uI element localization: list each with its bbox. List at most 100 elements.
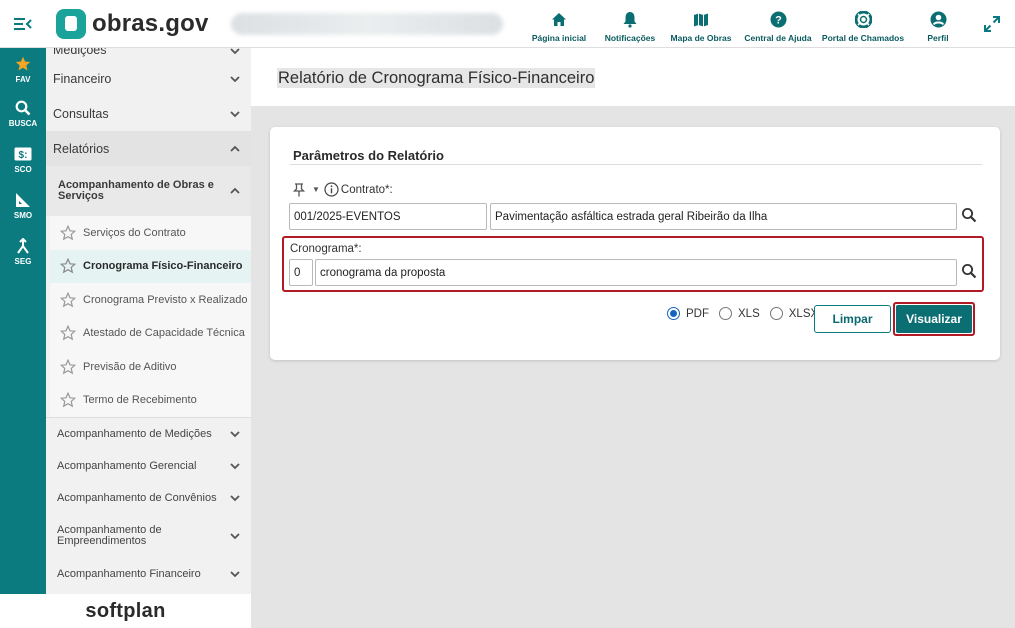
sidebar-item-consultas[interactable]: Consultas	[46, 96, 251, 131]
sidebar-leaf-active[interactable]: Cronograma Físico-Financeiro	[50, 249, 251, 283]
rail-item-sco[interactable]: $: SCO	[0, 136, 46, 182]
ruler-icon	[15, 191, 31, 209]
sidebar-item-relatorios[interactable]: Relatórios	[46, 131, 251, 166]
app-logo[interactable]: obras.gov	[56, 8, 209, 39]
contrato-description-input[interactable]: Pavimentação asfáltica estrada geral Rib…	[490, 203, 957, 230]
rail-item-busca[interactable]: BUSCA	[0, 90, 46, 136]
chevron-down-icon	[230, 48, 240, 55]
view-button-highlight: Visualizar	[893, 302, 975, 336]
chevron-down-icon	[230, 75, 240, 82]
sidebar-leaf[interactable]: Cronograma Previsto x Realizado	[50, 283, 251, 317]
sidebar-submenu: Serviços do Contrato Cronograma Físico-F…	[50, 216, 251, 417]
home-button[interactable]: Página inicial	[523, 0, 595, 48]
sidebar-leaf[interactable]: Previsão de Aditivo	[50, 350, 251, 384]
format-option-pdf[interactable]: PDF	[667, 307, 709, 320]
module-rail: FAV BUSCA $: SCO SMO SEG	[0, 48, 46, 594]
format-radio-group: PDF XLS XLSX	[667, 307, 828, 320]
pin-icon[interactable]	[292, 182, 306, 197]
notifications-label: Notificações	[604, 32, 656, 43]
sidebar-group-gerencial[interactable]: Acompanhamento Gerencial	[46, 450, 251, 482]
menu-collapse-icon[interactable]	[0, 0, 46, 48]
profile-button[interactable]: Perfil	[907, 0, 969, 48]
tickets-portal-button[interactable]: Portal de Chamados	[819, 0, 907, 48]
top-bar: obras.gov Página inicial Notificações Ma…	[0, 0, 1015, 48]
format-option-xlsx[interactable]: XLSX	[769, 307, 818, 320]
info-icon[interactable]	[324, 182, 339, 197]
sidebar-group-label: Acompanhamento de Medições	[57, 427, 212, 440]
star-outline-icon[interactable]	[60, 258, 76, 274]
lifebuoy-icon	[854, 10, 872, 30]
chevron-down-icon	[230, 431, 240, 438]
merge-icon	[15, 237, 31, 255]
chevron-up-icon	[230, 187, 240, 194]
chevron-down-icon	[230, 571, 240, 578]
star-outline-icon[interactable]	[60, 291, 76, 308]
rail-label-sco: SCO	[14, 164, 32, 174]
sidebar-leaf-label: Termo de Recebimento	[83, 394, 197, 407]
sidebar-item-acompanhamento-obras[interactable]: Acompanhamento de Obras e Serviços	[46, 166, 251, 216]
radio-label: PDF	[686, 307, 709, 320]
sidebar-group-label: Acompanhamento de Empreendimentos	[57, 524, 162, 547]
chevron-down-icon	[230, 495, 240, 502]
star-outline-icon[interactable]	[60, 392, 76, 408]
contrato-search-icon[interactable]	[961, 207, 977, 223]
chevron-down-icon	[230, 533, 240, 540]
top-actions: Página inicial Notificações Mapa de Obra…	[523, 0, 1015, 48]
star-outline-icon[interactable]	[60, 224, 76, 241]
sidebar-item-medicoes[interactable]: Medições	[46, 48, 251, 57]
softplan-logo: softplan	[0, 594, 251, 628]
star-outline-icon[interactable]	[60, 325, 76, 341]
sidebar-group-convenios[interactable]: Acompanhamento de Convênios	[46, 482, 251, 514]
rail-label-busca: BUSCA	[8, 118, 38, 128]
sidebar-group-empreendimentos[interactable]: Acompanhamento de Empreendimentos	[46, 514, 251, 558]
view-button[interactable]: Visualizar	[896, 305, 972, 333]
sidebar-menu: Medições Financeiro Consultas Relatórios…	[46, 48, 251, 594]
sidebar-item-label: Medições	[53, 48, 107, 57]
chevron-down-icon	[230, 110, 240, 117]
sidebar-item-label: Acompanhamento de Obras e Serviços	[58, 179, 214, 202]
cronograma-code-input[interactable]: 0	[289, 259, 313, 286]
clear-button[interactable]: Limpar	[814, 305, 891, 333]
cronograma-search-icon[interactable]	[961, 263, 977, 279]
rail-item-smo[interactable]: SMO	[0, 182, 46, 228]
contrato-label-row: ▼ Contrato*:	[292, 182, 393, 197]
sidebar-group-financeiro[interactable]: Acompanhamento Financeiro	[46, 558, 251, 590]
profile-label: Perfil	[927, 32, 949, 43]
sidebar-item-financeiro[interactable]: Financeiro	[46, 61, 251, 96]
chevron-up-icon	[230, 145, 240, 152]
sidebar-group-label: Acompanhamento Financeiro	[57, 567, 201, 580]
contrato-code-input[interactable]: 001/2025-EVENTOS	[289, 203, 487, 230]
sidebar-group-medicoes[interactable]: Acompanhamento de Medições	[46, 418, 251, 450]
map-button[interactable]: Mapa de Obras	[665, 0, 737, 48]
search-icon	[15, 99, 31, 117]
sidebar-leaf-label: Atestado de Capacidade Técnica	[83, 327, 245, 340]
format-option-xls[interactable]: XLS	[719, 307, 760, 320]
sidebar-leaf-label: Cronograma Previsto x Realizado	[83, 293, 248, 306]
caret-down-icon[interactable]: ▼	[312, 185, 320, 194]
sidebar-item-label: Financeiro	[53, 71, 112, 86]
rail-item-fav[interactable]: FAV	[0, 48, 46, 90]
sidebar-leaf[interactable]: Atestado de Capacidade Técnica	[50, 317, 251, 351]
map-label: Mapa de Obras	[670, 32, 732, 43]
expand-icon[interactable]	[969, 0, 1015, 48]
help-center-button[interactable]: ? Central de Ajuda	[737, 0, 819, 48]
sco-icon: $:	[14, 145, 32, 163]
logo-text: obras.gov	[92, 9, 209, 37]
radio-pdf[interactable]	[667, 307, 680, 320]
sidebar-leaf-label: Serviços do Contrato	[83, 226, 186, 239]
star-outline-icon[interactable]	[60, 358, 76, 375]
sidebar-item-label: Relatórios	[53, 141, 110, 156]
radio-xls[interactable]	[719, 307, 732, 320]
notifications-button[interactable]: Notificações	[595, 0, 665, 48]
rail-item-seg[interactable]: SEG	[0, 228, 46, 274]
radio-label: XLS	[738, 307, 760, 320]
tickets-portal-label: Portal de Chamados	[821, 32, 905, 43]
sidebar-leaf[interactable]: Termo de Recebimento	[50, 384, 251, 418]
radio-xlsx[interactable]	[769, 307, 783, 320]
cronograma-description-input[interactable]: cronograma da proposta	[315, 259, 957, 286]
sidebar-leaf[interactable]: Serviços do Contrato	[50, 216, 251, 250]
section-title: Parâmetros do Relatório	[293, 148, 444, 163]
page-title: Relatório de Cronograma Físico-Financeir…	[277, 68, 596, 88]
page-header: Relatório de Cronograma Físico-Financeir…	[251, 48, 1015, 106]
report-params-card: Parâmetros do Relatório ▼ Contrato*: 001…	[270, 127, 1000, 360]
